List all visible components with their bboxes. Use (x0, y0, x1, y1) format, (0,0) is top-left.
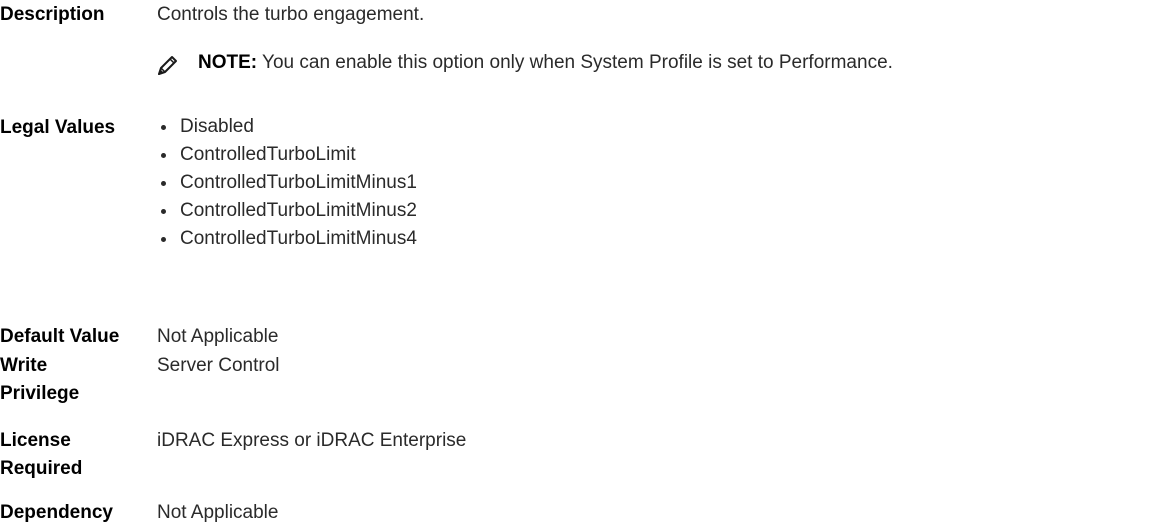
list-item: ControlledTurboLimitMinus1 (157, 169, 417, 197)
description-text: Controls the turbo engagement. (157, 4, 425, 25)
pencil-note-icon (157, 54, 179, 76)
license-required-label-line2: Required (0, 458, 83, 479)
list-item: ControlledTurboLimit (157, 141, 417, 169)
legal-values-label: Legal Values (0, 117, 116, 138)
write-privilege-label-line2: Privilege (0, 383, 80, 404)
legal-values-list: Disabled ControlledTurboLimit Controlled… (157, 113, 417, 253)
note-text: NOTE: You can enable this option only wh… (198, 48, 893, 78)
list-item: Disabled (157, 113, 417, 141)
license-required-label: License Required (0, 427, 145, 483)
default-value-text: Not Applicable (157, 326, 279, 347)
legal-value-item: ControlledTurboLimitMinus4 (180, 228, 417, 249)
bullet-icon (161, 181, 166, 186)
write-privilege-text: Server Control (157, 355, 280, 376)
license-required-label-line1: License (0, 430, 71, 451)
list-item: ControlledTurboLimitMinus4 (157, 225, 417, 253)
bullet-icon (161, 125, 166, 130)
license-required-text: iDRAC Express or iDRAC Enterprise (157, 430, 467, 451)
bullet-icon (161, 153, 166, 158)
bullet-icon (161, 209, 166, 214)
legal-value-item: ControlledTurboLimitMinus1 (180, 172, 417, 193)
note-body: You can enable this option only when Sys… (257, 52, 893, 73)
write-privilege-label-line1: Write (0, 355, 48, 376)
note-label: NOTE: (198, 52, 258, 73)
write-privilege-label: Write Privilege (0, 352, 145, 408)
legal-value-item: ControlledTurboLimitMinus2 (180, 200, 417, 221)
bullet-icon (161, 237, 166, 242)
list-item: ControlledTurboLimitMinus2 (157, 197, 417, 225)
dependency-label: Dependency (0, 502, 113, 523)
legal-value-item: Disabled (180, 116, 254, 137)
legal-value-item: ControlledTurboLimit (180, 144, 356, 165)
default-value-label: Default Value (0, 326, 120, 347)
dependency-text: Not Applicable (157, 502, 279, 523)
description-label: Description (0, 4, 105, 25)
